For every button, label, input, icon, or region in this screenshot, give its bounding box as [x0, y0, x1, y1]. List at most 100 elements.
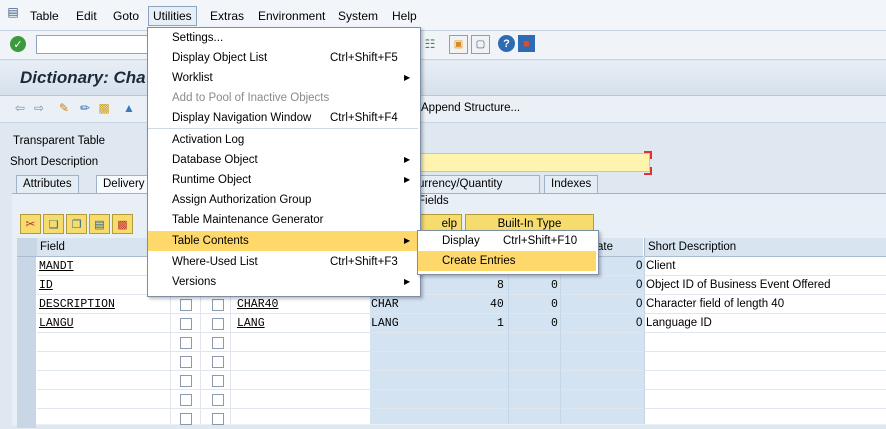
menu-item-shortcut: Ctrl+Shift+F5 — [330, 52, 398, 64]
cut-icon[interactable]: ✂ — [20, 214, 41, 234]
back-arrow-icon[interactable]: ⇦ — [12, 101, 28, 115]
menu-item-where-used-list[interactable]: Where-Used List Ctrl+Shift+F3 — [148, 252, 418, 272]
coord-cell: 0 — [636, 279, 643, 291]
other-object-icon[interactable]: ✎ — [56, 100, 72, 116]
submenu-arrow-icon: ▶ — [404, 277, 411, 286]
initial-values-checkbox[interactable] — [212, 413, 224, 425]
menu-separator — [148, 128, 418, 129]
menu-extras[interactable]: Extras — [206, 7, 248, 25]
menu-system[interactable]: System — [334, 7, 382, 25]
layout-icon[interactable]: ▢ — [471, 35, 490, 54]
submenu-item-create-entries[interactable]: Create Entries — [418, 251, 596, 271]
coord-cell: 0 — [636, 260, 643, 272]
submenu-arrow-icon: ▶ — [404, 155, 411, 164]
initial-values-checkbox[interactable] — [212, 299, 224, 311]
initial-values-checkbox[interactable] — [212, 394, 224, 406]
initial-values-checkbox[interactable] — [212, 375, 224, 387]
menu-item-database-object[interactable]: Database Object ▶ — [148, 150, 418, 170]
activate-icon[interactable]: ▲ — [121, 100, 137, 116]
menu-item-label: Activation Log — [172, 134, 245, 146]
paste-icon[interactable]: ❐ — [66, 214, 87, 234]
initial-values-checkbox[interactable] — [212, 318, 224, 330]
row-selector[interactable] — [17, 352, 36, 372]
field-name-cell[interactable]: MANDT — [39, 257, 74, 276]
row-selector[interactable] — [17, 371, 36, 391]
help-icon[interactable]: ? — [498, 35, 515, 52]
check-object-icon[interactable]: ▩ — [96, 100, 112, 116]
tab-delivery[interactable]: Delivery a — [96, 175, 151, 194]
checkmark-icon[interactable]: ✓ — [10, 36, 26, 52]
field-name-cell[interactable]: ID — [39, 276, 53, 295]
field-name-cell[interactable]: LANGU — [39, 314, 74, 333]
insert-row-icon[interactable]: ▤ — [89, 214, 110, 234]
tab-indexes[interactable]: Indexes — [544, 175, 599, 194]
customize-layout-icon[interactable]: ■ — [518, 35, 535, 52]
field-name-cell[interactable]: DESCRIPTION — [39, 295, 115, 314]
menu-item-worklist[interactable]: Worklist ▶ — [148, 68, 418, 88]
required-marker-bottom-icon — [644, 167, 652, 175]
menu-goto[interactable]: Goto — [109, 7, 143, 25]
key-checkbox[interactable] — [180, 318, 192, 330]
menu-item-assign-authorization-group[interactable]: Assign Authorization Group — [148, 190, 418, 210]
key-checkbox[interactable] — [180, 394, 192, 406]
column-header-coord[interactable]: ate — [597, 238, 643, 257]
initial-values-checkbox[interactable] — [212, 337, 224, 349]
menu-item-table-maintenance-generator[interactable]: Table Maintenance Generator — [148, 210, 418, 230]
menu-help[interactable]: Help — [388, 7, 421, 25]
length-cell: 40 — [490, 298, 504, 311]
data-type-cell: LANG — [371, 317, 399, 330]
required-marker-icon — [644, 151, 652, 159]
initial-values-checkbox[interactable] — [212, 356, 224, 368]
row-selector[interactable] — [17, 409, 36, 429]
row-selector[interactable] — [17, 333, 36, 353]
forward-arrow-icon[interactable]: ⇨ — [31, 101, 47, 115]
short-description-cell: Character field of length 40 — [646, 298, 785, 310]
row-selector[interactable] — [17, 295, 36, 315]
decimals-cell: 0 — [551, 279, 558, 292]
menu-item-activation-log[interactable]: Activation Log — [148, 130, 418, 150]
key-checkbox[interactable] — [180, 337, 192, 349]
row-selector[interactable] — [17, 257, 36, 277]
row-selector[interactable] — [17, 276, 36, 296]
key-checkbox[interactable] — [180, 356, 192, 368]
menu-item-label: Worklist — [172, 72, 213, 84]
data-element-cell[interactable]: CHAR40 — [237, 295, 278, 314]
copy-icon[interactable]: ❏ — [43, 214, 64, 234]
tab-currency-quantity-fields[interactable]: urrency/Quantity Fields — [418, 175, 540, 207]
menu-item-versions[interactable]: Versions ▶ — [148, 272, 418, 292]
menu-item-display-object-list[interactable]: Display Object List Ctrl+Shift+F5 — [148, 48, 418, 68]
append-structure-button[interactable]: Append Structure... — [421, 102, 520, 114]
submenu-item-display[interactable]: Display Ctrl+Shift+F10 — [418, 231, 596, 251]
menu-item-display-navigation-window[interactable]: Display Navigation Window Ctrl+Shift+F4 — [148, 108, 418, 128]
menu-utilities[interactable]: Utilities — [148, 6, 197, 26]
row-selector[interactable] — [17, 390, 36, 410]
decimals-cell: 0 — [551, 298, 558, 311]
length-cell: 8 — [497, 279, 504, 292]
delete-row-icon[interactable]: ▩ — [112, 214, 133, 234]
menu-item-label: Database Object — [172, 154, 258, 166]
short-description-field[interactable] — [420, 153, 650, 172]
menu-item-shortcut: Ctrl+Shift+F3 — [330, 256, 398, 268]
menu-item-settings[interactable]: Settings... — [148, 28, 418, 48]
row-selector[interactable] — [17, 314, 36, 334]
key-checkbox[interactable] — [180, 375, 192, 387]
new-session-icon[interactable]: ☷ — [421, 35, 439, 52]
menu-edit[interactable]: Edit — [72, 7, 101, 25]
coord-cell: 0 — [636, 298, 643, 310]
menu-table[interactable]: Table — [26, 7, 63, 25]
display-change-icon[interactable]: ✏ — [77, 100, 93, 116]
menu-environment[interactable]: Environment — [254, 7, 329, 25]
menu-item-table-contents[interactable]: Table Contents ▶ — [148, 231, 418, 251]
menu-item-runtime-object[interactable]: Runtime Object ▶ — [148, 170, 418, 190]
tab-attributes[interactable]: Attributes — [16, 175, 79, 194]
window-menu-icon[interactable]: ▤ — [6, 5, 20, 19]
menu-item-label: Where-Used List — [172, 256, 258, 268]
command-field[interactable] — [36, 35, 150, 54]
data-element-cell[interactable]: LANG — [237, 314, 265, 333]
key-checkbox[interactable] — [180, 299, 192, 311]
create-shortcut-icon[interactable]: ▣ — [449, 35, 468, 54]
menu-item-label: Create Entries — [442, 255, 516, 267]
column-header-short-description[interactable]: Short Description — [644, 238, 886, 257]
key-checkbox[interactable] — [180, 413, 192, 425]
short-description-cell: Object ID of Business Event Offered — [646, 279, 831, 291]
